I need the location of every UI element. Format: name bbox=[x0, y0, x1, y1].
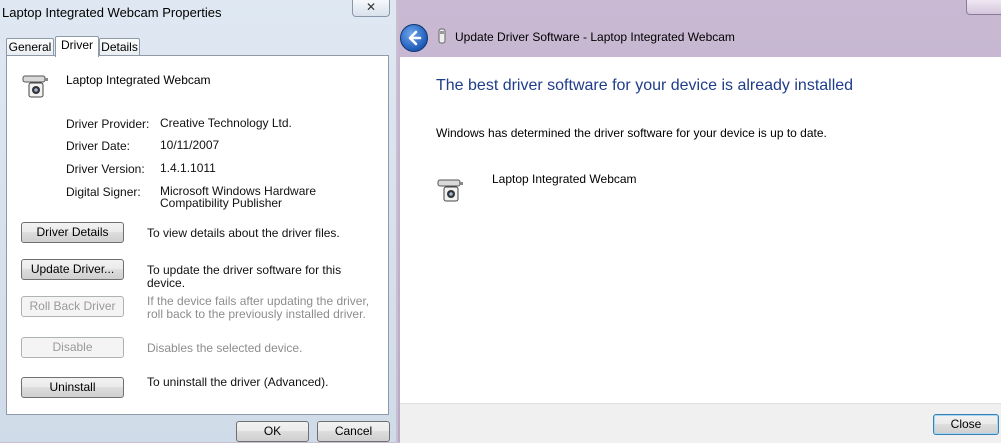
cancel-button[interactable]: Cancel bbox=[317, 421, 390, 442]
webcam-icon bbox=[22, 75, 48, 98]
properties-dialog: Laptop Integrated Webcam Properties ✕ Ge… bbox=[0, 0, 396, 442]
driver-version-value: 1.4.1.1011 bbox=[160, 161, 216, 175]
roll-back-description: If the device fails after updating the d… bbox=[147, 294, 370, 321]
driver-provider-value: Creative Technology Ltd. bbox=[160, 116, 292, 130]
wizard-content: The best driver software for your device… bbox=[400, 57, 1001, 403]
disable-button[interactable]: Disable bbox=[21, 337, 124, 358]
close-button[interactable]: ✕ bbox=[352, 0, 390, 17]
dialog-title: Laptop Integrated Webcam Properties bbox=[2, 5, 222, 20]
driver-version-label: Driver Version: bbox=[66, 162, 145, 176]
driver-tab-panel: Laptop Integrated Webcam Driver Provider… bbox=[6, 55, 389, 415]
tab-driver[interactable]: Driver bbox=[55, 36, 99, 57]
wizard-device-name: Laptop Integrated Webcam bbox=[492, 172, 637, 186]
digital-signer-value: Microsoft Windows Hardware Compatibility… bbox=[160, 184, 317, 210]
driver-date-label: Driver Date: bbox=[66, 139, 131, 153]
result-heading: The best driver software for your device… bbox=[436, 77, 854, 94]
ok-button[interactable]: OK bbox=[236, 421, 309, 442]
usb-device-icon bbox=[438, 28, 446, 44]
digital-signer-label: Digital Signer: bbox=[66, 185, 141, 199]
wizard-title: Update Driver Software - Laptop Integrat… bbox=[455, 30, 735, 44]
close-wizard-button[interactable]: Close bbox=[933, 414, 999, 435]
driver-date-value: 10/11/2007 bbox=[160, 138, 220, 152]
uninstall-button[interactable]: Uninstall bbox=[21, 377, 124, 398]
update-driver-wizard: Update Driver Software - Laptop Integrat… bbox=[398, 0, 1001, 443]
roll-back-driver-button[interactable]: Roll Back Driver bbox=[21, 296, 124, 317]
update-driver-button[interactable]: Update Driver... bbox=[21, 259, 124, 280]
uninstall-description: To uninstall the driver (Advanced). bbox=[147, 375, 329, 389]
update-driver-description: To update the driver software for this d… bbox=[147, 263, 342, 290]
wizard-footer: Close bbox=[400, 403, 1001, 443]
result-message: Windows has determined the driver softwa… bbox=[436, 126, 827, 140]
disable-description: Disables the selected device. bbox=[147, 341, 303, 355]
driver-details-description: To view details about the driver files. bbox=[147, 226, 340, 240]
webcam-icon bbox=[437, 179, 463, 202]
wizard-close-button[interactable] bbox=[966, 0, 1001, 15]
driver-provider-label: Driver Provider: bbox=[66, 117, 150, 131]
device-name: Laptop Integrated Webcam bbox=[66, 73, 211, 87]
back-arrow-icon[interactable] bbox=[400, 24, 428, 52]
driver-details-button[interactable]: Driver Details bbox=[21, 222, 124, 243]
close-icon: ✕ bbox=[365, 0, 377, 14]
